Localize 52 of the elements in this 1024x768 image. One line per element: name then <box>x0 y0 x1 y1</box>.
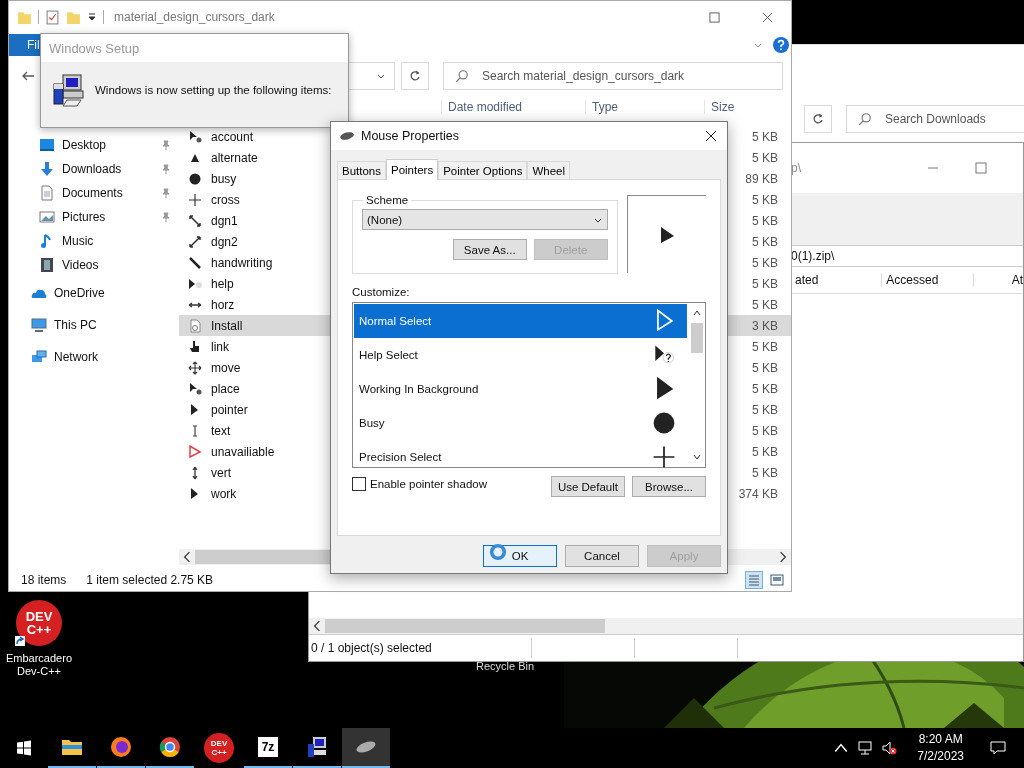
file-size: 5 KB <box>752 423 778 438</box>
dev-cpp-icon: DEV C++ <box>204 733 234 763</box>
file-size: 5 KB <box>752 339 778 354</box>
file-size: 5 KB <box>752 444 778 459</box>
file-size: 5 KB <box>752 360 778 375</box>
file-name: move <box>211 360 241 375</box>
window-title: p\ <box>791 161 802 175</box>
file-name: unavailiable <box>211 444 275 459</box>
file-name: link <box>211 339 229 354</box>
file-size: 5 KB <box>752 234 778 249</box>
file-name: dgn1 <box>211 213 238 228</box>
file-name: Install <box>211 318 243 333</box>
status-text: 18 items <box>21 573 67 587</box>
file-name: busy <box>211 171 237 186</box>
file-name: alternate <box>211 150 258 165</box>
file-name: place <box>211 381 240 396</box>
group-label: Scheme <box>365 194 410 206</box>
file-size: 5 KB <box>752 192 778 207</box>
time-text: 8:20 AM <box>918 731 963 748</box>
file-name: pointer <box>211 402 248 417</box>
field-label: Customize: <box>352 286 411 298</box>
file-size: 5 KB <box>752 297 778 312</box>
file-size: 3 KB <box>752 318 778 333</box>
file-name: handwriting <box>211 255 273 270</box>
status-text: 1 item selected 2.75 KB <box>86 573 214 587</box>
logo-text: DEV <box>25 610 53 623</box>
file-size: 5 KB <box>752 150 778 165</box>
file-name: text <box>211 423 231 438</box>
logo-text: C++ <box>26 623 52 636</box>
file-size: 374 KB <box>738 486 778 501</box>
file-size: 5 KB <box>752 129 778 144</box>
date-text: 7/2/2023 <box>917 748 964 765</box>
file-name: dgn2 <box>211 234 238 249</box>
file-size: 5 KB <box>752 465 778 480</box>
file-size: 5 KB <box>752 276 778 291</box>
status-text: 0 / 1 object(s) selected <box>310 641 433 655</box>
file-size: 5 KB <box>752 402 778 417</box>
file-name: help <box>211 276 234 291</box>
file-size: 89 KB <box>745 171 778 186</box>
file-size: 5 KB <box>752 213 778 228</box>
window-title: material_design_cursors_dark <box>114 10 275 24</box>
file-size: 5 KB <box>752 381 778 396</box>
window-title: Mouse Properties <box>361 129 459 143</box>
file-name: work <box>211 486 237 501</box>
file-name: vert <box>211 465 231 480</box>
setup-message: Windows is now setting up the following items: <box>95 83 332 96</box>
file-name: horz <box>211 297 235 312</box>
archive-app-icon: 7z <box>257 737 279 757</box>
address-text: 0(1).zip\ <box>791 249 835 263</box>
file-name: cross <box>211 192 240 207</box>
file-size: 5 KB <box>752 255 778 270</box>
file-name: account <box>211 129 254 144</box>
